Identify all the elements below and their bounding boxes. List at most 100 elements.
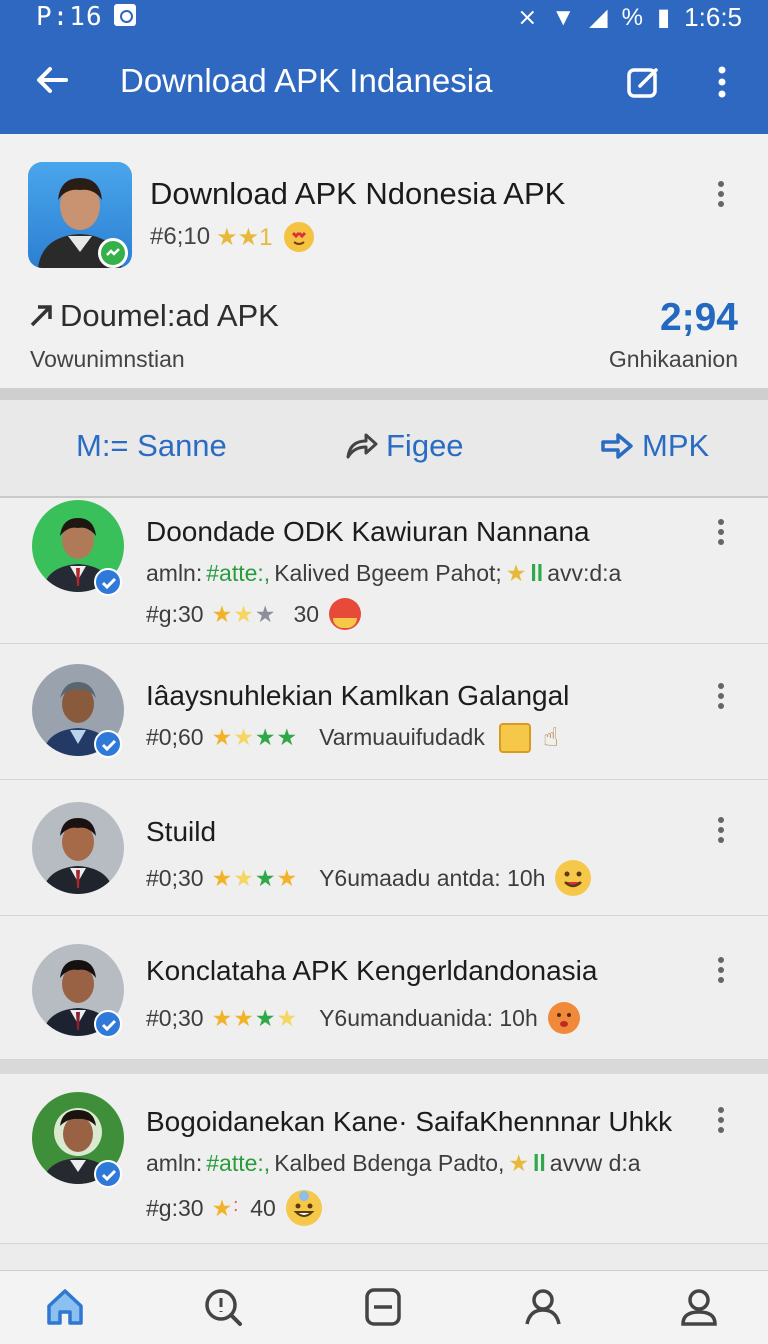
forward-icon <box>601 433 633 459</box>
cell-signal-icon: ◢ <box>589 4 608 31</box>
emoji-icon <box>329 598 362 630</box>
search-icon[interactable] <box>202 1286 244 1328</box>
rating-stars: ★ ★ ★ ★ <box>212 1005 298 1032</box>
forward-button-label: MPK <box>642 428 710 463</box>
item-meta-line: amln: #atte:, Kalived Bgeem Pahot; ★ ll a… <box>146 560 621 587</box>
save-button[interactable]: M:= Sanne <box>76 428 227 464</box>
star-icon: ★ <box>254 600 276 627</box>
item-more-icon[interactable] <box>706 954 736 986</box>
app-rank: #6;10 <box>150 223 211 250</box>
item-meta-prefix: amln: <box>146 1150 203 1176</box>
send-arrow-icon <box>30 305 52 327</box>
smiley-emoji-icon <box>555 860 592 896</box>
download-sublabel: Vowunimnstian <box>30 346 185 372</box>
star-icon: ★ <box>508 1150 530 1176</box>
star-icon: ★ <box>211 600 233 627</box>
wifi-icon: ▼ <box>551 3 576 31</box>
more-vert-icon[interactable] <box>704 62 740 102</box>
star-icon: ★ <box>254 864 276 891</box>
item-more-icon[interactable] <box>706 814 736 846</box>
item-more-icon[interactable] <box>706 1104 736 1136</box>
grin-emoji-icon <box>285 1190 322 1226</box>
download-count-sublabel: Gnhikaanion <box>608 346 738 372</box>
status-bar: P:16 ⨯ ▼ ◢ % ▮ 1:6:5 <box>0 0 768 34</box>
page-title: Download APK Indanesia <box>120 62 493 99</box>
item-meta-suffix: avv:d:a <box>547 560 622 586</box>
item-meta-line: amln: #atte:, Kalbed Bdenga Padto, ★ ll a… <box>146 1150 641 1177</box>
home-icon[interactable] <box>44 1286 86 1328</box>
verified-check-icon <box>94 1010 122 1038</box>
save-button-label: M:= Sanne <box>76 428 227 463</box>
item-extra-text: Y6umanduanida: 10h <box>319 1004 538 1031</box>
star-icon: ★ <box>233 864 254 891</box>
item-title: Stuild <box>146 816 217 847</box>
verified-badge <box>98 238 128 268</box>
item-extra-text: Y6umaadu antda: 10h <box>319 864 546 891</box>
download-label-text: Doumel:ad APK <box>60 298 279 333</box>
verified-check-icon <box>94 568 122 596</box>
forward-button[interactable]: MPK <box>600 428 709 464</box>
item-title: Doondade ODK Kawiuran Nannana <box>146 516 590 547</box>
rating-stars: ★: <box>212 1195 239 1222</box>
item-rating-line: #0;30 ★ ★ ★ ★ Y6umanduanida: 10h <box>146 1002 580 1034</box>
item-hashtag[interactable]: #atte:, <box>206 560 270 587</box>
item-title: Konclataha APK Kengerldandonasia <box>146 955 598 986</box>
account-icon[interactable] <box>678 1286 720 1328</box>
back-arrow-icon[interactable] <box>32 60 72 100</box>
share-button-label: Figee <box>386 428 464 463</box>
item-title: Iâaysnuhlekian Kamlkan Galangal <box>146 680 570 711</box>
download-label: Doumel:ad APK <box>28 298 279 334</box>
star-icon: ★ <box>233 724 254 750</box>
star-icon: ★ <box>233 1004 254 1031</box>
notification-icon <box>114 4 136 26</box>
item-rank: #g:30 <box>146 1194 204 1221</box>
star-icon: ★ <box>276 1004 298 1031</box>
item-meta-prefix: amln: <box>146 560 203 586</box>
item-hashtag[interactable]: #atte:, <box>206 1150 270 1177</box>
item-rating-line: #g:30 ★: 40 <box>146 1190 322 1226</box>
crown-emoji-icon <box>498 722 531 753</box>
verified-check-icon <box>94 1160 122 1188</box>
share-button[interactable]: Figee <box>344 428 464 464</box>
bars-icon: ll <box>533 1150 546 1176</box>
rating-stars: ★ ★ ★ ★ <box>212 865 298 892</box>
app-rating: ★★1 <box>216 223 273 251</box>
no-signal-icon: ⨯ <box>517 4 538 31</box>
item-meta-suffix: avvw d:a <box>549 1150 641 1176</box>
star-icon: ★ <box>276 724 298 750</box>
heart-eyes-emoji-icon <box>284 222 315 252</box>
item-rank: #0;30 <box>146 864 204 891</box>
minus-box-icon[interactable] <box>362 1286 404 1328</box>
item-title: Bogoidanekan Kane· SaifaKhennnar Uhkk <box>146 1106 673 1137</box>
star-green-icon: ★ <box>505 560 527 586</box>
verified-check-icon <box>94 730 122 758</box>
star-icon: ★ <box>254 724 276 750</box>
section-gap <box>0 1060 768 1074</box>
star-icon: ★ <box>211 724 233 750</box>
item-rating-line: #g:30 ★ ★ ★ 30 <box>146 598 362 630</box>
item-more-icon[interactable] <box>706 680 736 712</box>
item-more-icon[interactable] <box>706 516 736 548</box>
app-meta: #6;10 ★★1 <box>150 222 315 252</box>
item-count: 30 <box>293 600 320 627</box>
app-more-icon[interactable] <box>706 178 736 210</box>
star-icon: ★ <box>276 864 298 891</box>
app-title: Download APK Ndonesia APK <box>150 176 566 211</box>
battery-icon: ▮ <box>656 4 671 31</box>
dot-icon: : <box>233 1194 239 1215</box>
item-rank: #0;60 <box>146 724 204 750</box>
item-rating-line: #0;60 ★ ★ ★ ★ Varmuauifudadk ☝ <box>146 722 559 753</box>
rating-stars: ★ ★ ★ <box>212 601 276 628</box>
item-meta-text: Kalived Bgeem Pahot; <box>274 560 502 586</box>
top-app-bar: P:16 ⨯ ▼ ◢ % ▮ 1:6:5 Download APK Indane… <box>0 0 768 134</box>
status-time: P:16 <box>36 2 103 32</box>
status-right-time: 1:6:5 <box>684 2 742 32</box>
edit-icon[interactable] <box>626 64 662 100</box>
profile-icon[interactable] <box>522 1286 564 1328</box>
star-icon: ★ <box>211 864 233 891</box>
item-meta-text: Kalbed Bdenga Padto, <box>274 1150 505 1176</box>
battery-percent: % <box>621 3 643 31</box>
download-count: 2;94 <box>659 296 738 339</box>
status-right-cluster: ⨯ ▼ ◢ % ▮ 1:6:5 <box>517 2 742 33</box>
item-extra-text: Varmuauifudadk <box>319 724 485 750</box>
